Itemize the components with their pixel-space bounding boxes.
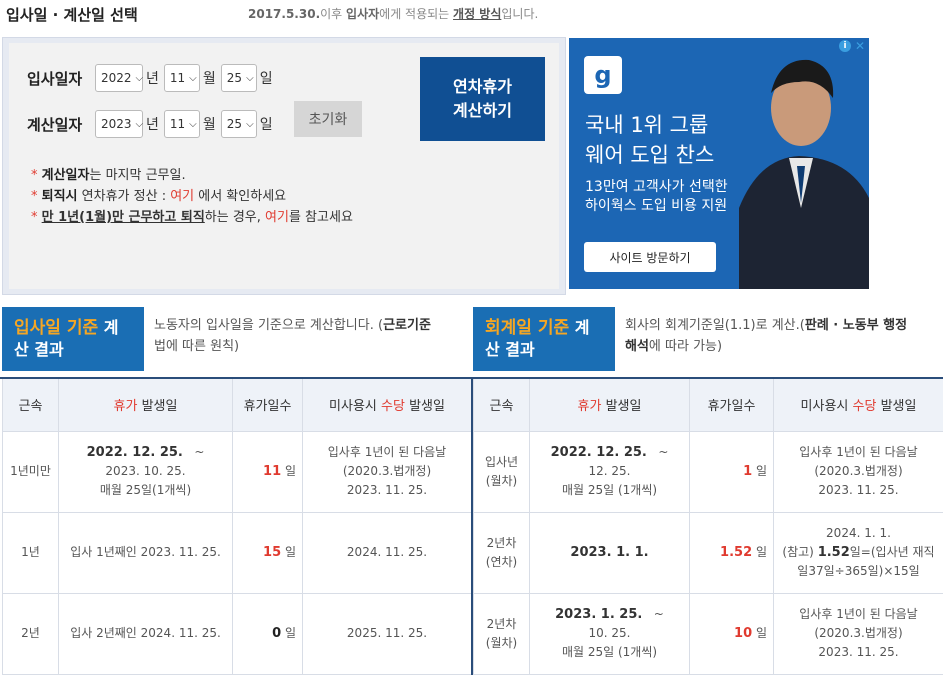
- revision-link[interactable]: 개정 방식: [453, 7, 501, 21]
- col-tenure: 근속: [473, 379, 530, 432]
- col-leave-date: 휴가 발생일: [58, 379, 233, 432]
- col-leave-days: 휴가일수: [689, 379, 774, 432]
- hire-basis-table: 근속 휴가 발생일 휴가일수 미사용시 수당 발생일 1년미만 2022. 12…: [2, 379, 472, 675]
- fiscal-basis-badge: 회계일 기준 계산 결과: [473, 307, 615, 371]
- fiscal-basis-table: 근속 휴가 발생일 휴가일수 미사용시 수당 발생일 입사년 (월차) 2022.…: [473, 379, 943, 675]
- col-leave-days: 휴가일수: [232, 379, 303, 432]
- retirement-link[interactable]: 여기: [170, 189, 194, 204]
- chevron-down-icon: ⌵: [246, 118, 254, 130]
- hire-date-row: 입사일자 2022 ⌵ 년 11 ⌵ 월 25 ⌵ 일: [27, 63, 278, 93]
- calc-day-select[interactable]: 25 ⌵: [220, 110, 257, 138]
- ad-info-icon[interactable]: i: [839, 40, 851, 52]
- calculate-button[interactable]: 연차휴가 계산하기: [420, 57, 545, 141]
- table-row: 1년미만 2022. 12. 25. ~2023. 10. 25. 매월 25일(…: [2, 430, 472, 513]
- table-row: 1년 입사 1년째인 2023. 11. 25. 15 일 2024. 11. …: [2, 511, 472, 594]
- table-row: 2년 입사 2년째인 2024. 11. 25. 0 일 2025. 11. 2…: [2, 592, 472, 675]
- hire-year-select[interactable]: 2022 ⌵: [95, 64, 143, 92]
- ad-headline: 국내 1위 그룹 웨어 도입 찬스: [585, 113, 715, 167]
- table-row: 2년차 (월차) 2023. 1. 25. ~10. 25. 매월 25일 (1개씩…: [473, 592, 943, 675]
- one-year-link[interactable]: 여기: [265, 210, 289, 225]
- calc-date-label: 계산일자: [27, 115, 83, 134]
- hire-date-label: 입사일자: [27, 69, 83, 88]
- date-form-panel: 입사일자 2022 ⌵ 년 11 ⌵ 월 25 ⌵ 일 계산일자 2023 ⌵ 년 11…: [2, 37, 566, 295]
- ad-close-icon[interactable]: ✕: [855, 39, 865, 53]
- hiworks-logo: g: [584, 56, 622, 94]
- col-tenure: 근속: [2, 379, 59, 432]
- visit-site-button[interactable]: 사이트 방문하기: [584, 242, 716, 272]
- revision-notice: 2017.5.30.이후 입사자에게 적용되는 개정 방식입니다.: [248, 7, 539, 21]
- chevron-down-icon: ⌵: [135, 72, 144, 84]
- hire-basis-header: 입사일 기준 계산 결과 노동자의 입사일을 기준으로 계산합니다. (근로기준…: [2, 307, 472, 371]
- form-notes: * 계산일자는 마지막 근무일. * 퇴직시 연차휴가 정산 : 여기 에서 확…: [31, 165, 353, 228]
- ad-subtext: 13만여 고객사가 선택한 하이웍스 도입 비용 지원: [585, 179, 728, 214]
- person-photo: [739, 38, 869, 289]
- note-2: * 퇴직시 연차휴가 정산 : 여기 에서 확인하세요: [31, 189, 287, 204]
- section-title: 입사일 · 계산일 선택: [6, 6, 138, 24]
- col-pay-date: 미사용시 수당 발생일: [773, 379, 943, 432]
- top-bar: 입사일 · 계산일 선택 2017.5.30.이후 입사자에게 적용되는 개정 …: [0, 0, 943, 30]
- col-pay-date: 미사용시 수당 발생일: [302, 379, 472, 432]
- hire-day-select[interactable]: 25 ⌵: [220, 64, 257, 92]
- hire-basis-desc: 노동자의 입사일을 기준으로 계산합니다. (근로기준 법에 따른 원칙): [154, 318, 431, 354]
- calc-year-select[interactable]: 2023 ⌵: [95, 110, 143, 138]
- hire-month-select[interactable]: 11 ⌵: [163, 64, 200, 92]
- calc-date-row: 계산일자 2023 ⌵ 년 11 ⌵ 월 25 ⌵ 일: [27, 109, 278, 139]
- reset-button[interactable]: 초기화: [294, 101, 362, 137]
- chevron-down-icon: ⌵: [246, 72, 254, 84]
- date-form: 입사일자 2022 ⌵ 년 11 ⌵ 월 25 ⌵ 일 계산일자 2023 ⌵ 년 11…: [9, 43, 559, 289]
- col-leave-date: 휴가 발생일: [529, 379, 690, 432]
- table-row: 2년차 (연차) 2023. 1. 1. 1.52 일 2024. 1. 1. (참…: [473, 511, 943, 594]
- fiscal-basis-header: 회계일 기준 계산 결과 회사의 회계기준일(1.1)로 계산.(판례 · 노동…: [473, 307, 943, 371]
- hire-basis-badge: 입사일 기준 계산 결과: [2, 307, 144, 371]
- advertisement-banner[interactable]: g 국내 1위 그룹 웨어 도입 찬스 13만여 고객사가 선택한 하이웍스 도입 …: [569, 38, 869, 289]
- table-row: 입사년 (월차) 2022. 12. 25. ~12. 25. 매월 25일 (1개…: [473, 430, 943, 513]
- note-1: * 계산일자는 마지막 근무일.: [31, 168, 186, 183]
- results-tables: 근속 휴가 발생일 휴가일수 미사용시 수당 발생일 1년미만 2022. 12…: [0, 377, 943, 675]
- fiscal-basis-desc: 회사의 회계기준일(1.1)로 계산.(판례 · 노동부 행정 해석에 따라 가능…: [625, 318, 908, 354]
- calc-month-select[interactable]: 11 ⌵: [163, 110, 200, 138]
- chevron-down-icon: ⌵: [189, 72, 197, 84]
- chevron-down-icon: ⌵: [189, 118, 197, 130]
- chevron-down-icon: ⌵: [135, 118, 144, 130]
- note-3: * 만 1년(1월)만 근무하고 퇴직하는 경우, 여기를 참고세요: [31, 210, 353, 225]
